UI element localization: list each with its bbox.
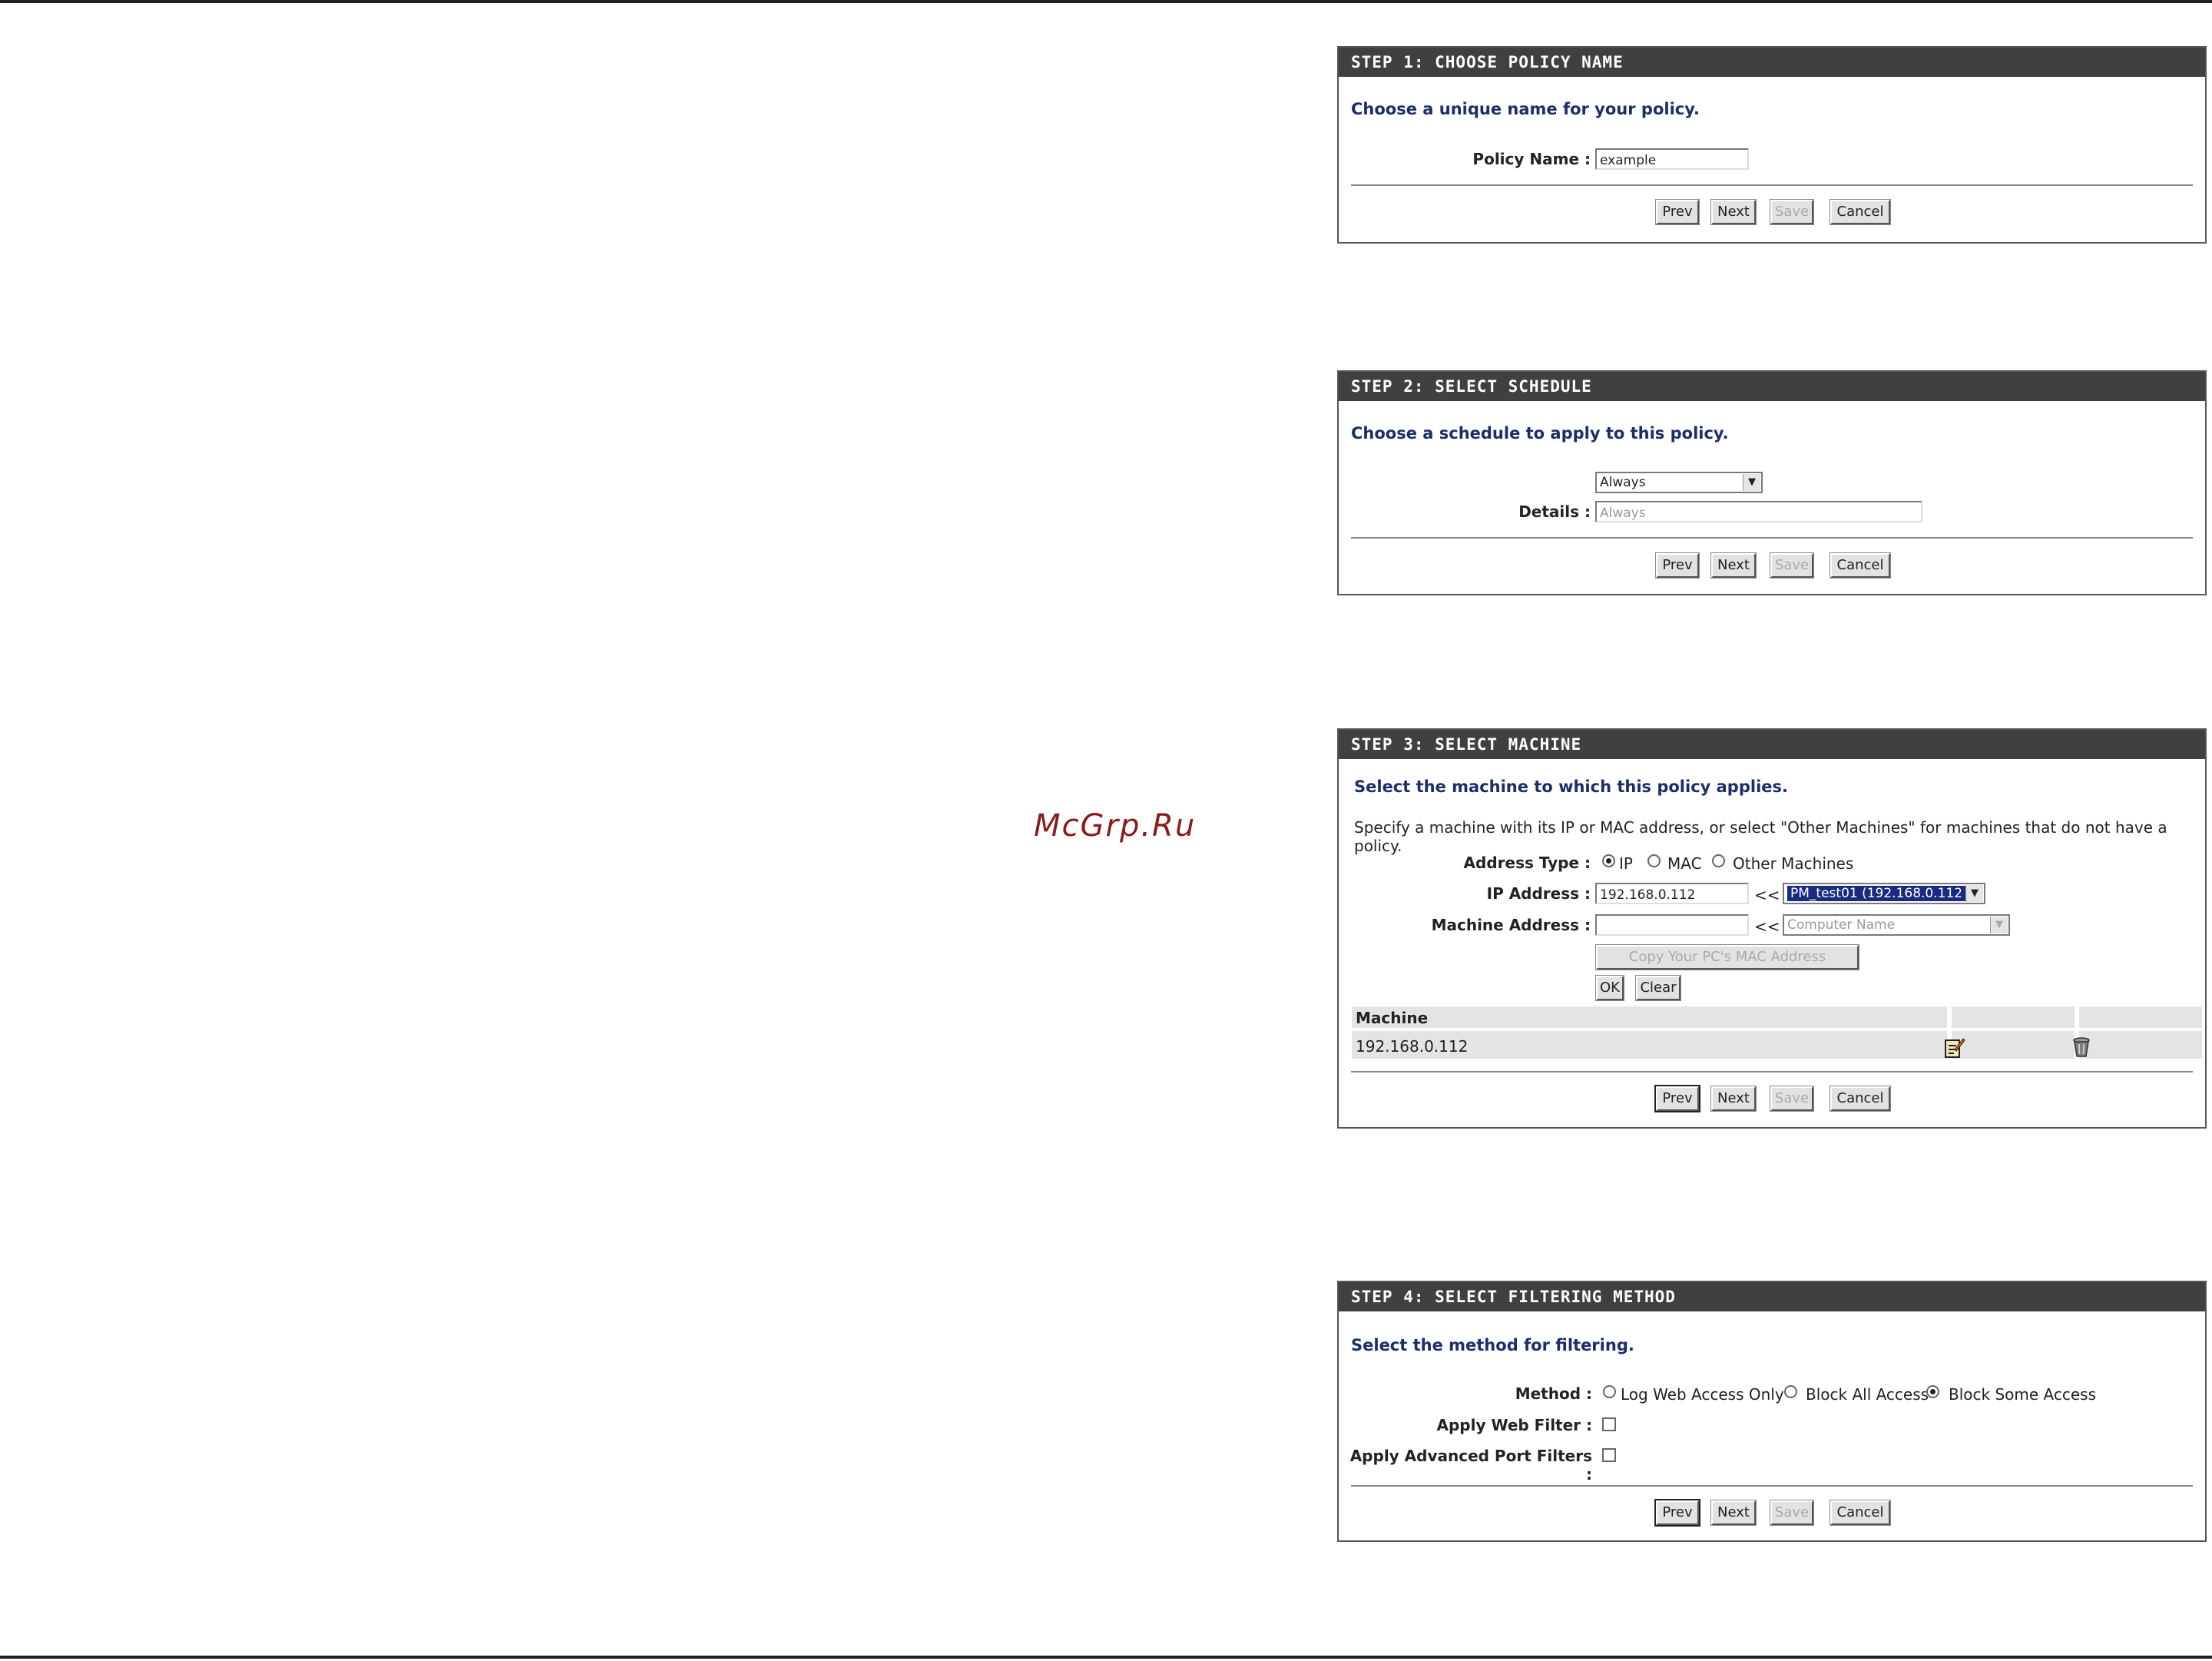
address-type-other-label: Other Machines — [1733, 854, 1854, 873]
ip-address-label: IP Address : — [1486, 884, 1591, 903]
details-field: Always — [1595, 501, 1922, 522]
method-block-some-label: Block Some Access — [1949, 1385, 2096, 1404]
step2-next-button[interactable]: Next — [1710, 552, 1757, 579]
computer-name-select[interactable]: Computer Name ▼ — [1783, 914, 2010, 936]
step1-cancel-button[interactable]: Cancel — [1830, 199, 1891, 225]
step1-save-button[interactable]: Save — [1770, 199, 1814, 225]
copy-mac-button[interactable]: Copy Your PC's MAC Address — [1595, 944, 1859, 970]
computer-name-placeholder: Computer Name — [1787, 917, 1896, 933]
step4-next-button[interactable]: Next — [1710, 1500, 1757, 1526]
step2-cancel-button[interactable]: Cancel — [1830, 552, 1891, 579]
ip-computer-select[interactable]: PM_test01 (192.168.0.112 ) ▼ — [1783, 883, 1985, 904]
step4-cancel-button[interactable]: Cancel — [1830, 1500, 1891, 1526]
edit-cell — [1952, 1031, 2075, 1059]
address-type-label: Address Type : — [1463, 854, 1591, 872]
mac-copy-arrows: << — [1754, 917, 1780, 936]
step1-title: STEP 1: CHOOSE POLICY NAME — [1339, 48, 2205, 77]
address-type-mac-label: MAC — [1667, 854, 1702, 873]
trash-icon[interactable] — [2070, 1036, 2093, 1059]
policy-name-input[interactable]: example — [1595, 148, 1749, 170]
step1-intro: Choose a unique name for your policy. — [1351, 100, 1700, 118]
web-filter-checkbox[interactable] — [1602, 1417, 1616, 1431]
step2-prev-button[interactable]: Prev — [1655, 552, 1700, 579]
ok-button[interactable]: OK — [1595, 975, 1624, 1001]
delete-column-header — [2079, 1006, 2202, 1028]
method-block-some-radio[interactable] — [1926, 1385, 1939, 1398]
step4-prev-button[interactable]: Prev — [1654, 1499, 1700, 1527]
ip-computer-selected-value: PM_test01 (192.168.0.112 ) — [1787, 886, 1975, 901]
step1-next-button[interactable]: Next — [1710, 199, 1757, 225]
address-type-mac-radio[interactable] — [1647, 854, 1661, 867]
step2-title: STEP 2: SELECT SCHEDULE — [1339, 372, 2205, 401]
step3-save-button[interactable]: Save — [1770, 1086, 1814, 1112]
schedule-select[interactable]: Always ▼ — [1595, 472, 1763, 493]
machine-column-header: Machine — [1356, 1009, 1429, 1027]
details-label: Details : — [1518, 502, 1591, 521]
edit-icon[interactable] — [1942, 1036, 1965, 1059]
ip-address-input[interactable]: 192.168.0.112 — [1595, 883, 1749, 904]
step3-cancel-button[interactable]: Cancel — [1830, 1086, 1891, 1112]
web-filter-label: Apply Web Filter : — [1436, 1416, 1592, 1434]
step4-panel: STEP 4: SELECT FILTERING METHOD Select t… — [1337, 1281, 2207, 1542]
step4-intro: Select the method for filtering. — [1351, 1336, 1634, 1354]
delete-cell — [2079, 1031, 2202, 1059]
step3-divider — [1351, 1071, 2193, 1073]
step1-panel: STEP 1: CHOOSE POLICY NAME Choose a uniq… — [1337, 46, 2207, 244]
step3-panel: STEP 3: SELECT MACHINE Select the machin… — [1337, 728, 2207, 1129]
step4-divider — [1351, 1485, 2193, 1487]
step1-prev-button[interactable]: Prev — [1655, 199, 1700, 225]
machine-row-value: 192.168.0.112 — [1356, 1037, 1469, 1056]
policy-name-label: Policy Name : — [1472, 150, 1591, 168]
method-block-all-radio[interactable] — [1784, 1385, 1797, 1398]
address-type-other-radio[interactable] — [1712, 854, 1725, 867]
chevron-down-icon: ▼ — [1743, 474, 1760, 491]
method-label: Method : — [1515, 1384, 1592, 1403]
machine-address-label: Machine Address : — [1431, 916, 1591, 934]
machine-address-input[interactable] — [1595, 914, 1749, 936]
port-filter-checkbox[interactable] — [1602, 1448, 1616, 1462]
bottom-rule — [0, 1656, 2212, 1659]
ip-copy-arrows: << — [1754, 886, 1780, 904]
chevron-down-icon: ▼ — [1965, 885, 1983, 902]
watermark: McGrp.Ru — [1034, 808, 1197, 844]
step3-title: STEP 3: SELECT MACHINE — [1339, 730, 2205, 759]
step2-save-button[interactable]: Save — [1770, 552, 1814, 579]
top-rule — [0, 0, 2212, 3]
chevron-down-icon: ▼ — [1990, 917, 2008, 933]
step3-next-button[interactable]: Next — [1710, 1086, 1757, 1112]
port-filter-label: Apply Advanced Port Filters : — [1349, 1447, 1592, 1484]
machine-table-header — [1352, 1006, 1947, 1028]
schedule-selected-value: Always — [1600, 475, 1646, 490]
step3-description: Specify a machine with its IP or MAC add… — [1354, 818, 2167, 855]
step2-divider — [1351, 537, 2193, 539]
step4-title: STEP 4: SELECT FILTERING METHOD — [1339, 1282, 2205, 1311]
edit-column-header — [1952, 1006, 2075, 1028]
step3-intro: Select the machine to which this policy … — [1354, 777, 1788, 796]
step3-prev-button[interactable]: Prev — [1654, 1085, 1700, 1112]
step4-save-button[interactable]: Save — [1770, 1500, 1814, 1526]
method-block-all-label: Block All Access — [1806, 1385, 1929, 1404]
address-type-ip-radio[interactable] — [1602, 854, 1615, 867]
method-log-radio[interactable] — [1603, 1385, 1616, 1398]
address-type-ip-label: IP — [1619, 854, 1633, 873]
clear-button[interactable]: Clear — [1635, 975, 1681, 1001]
step1-divider — [1351, 184, 2193, 186]
method-log-label: Log Web Access Only — [1621, 1385, 1784, 1404]
step2-panel: STEP 2: SELECT SCHEDULE Choose a schedul… — [1337, 370, 2207, 595]
step2-intro: Choose a schedule to apply to this polic… — [1351, 424, 1729, 443]
